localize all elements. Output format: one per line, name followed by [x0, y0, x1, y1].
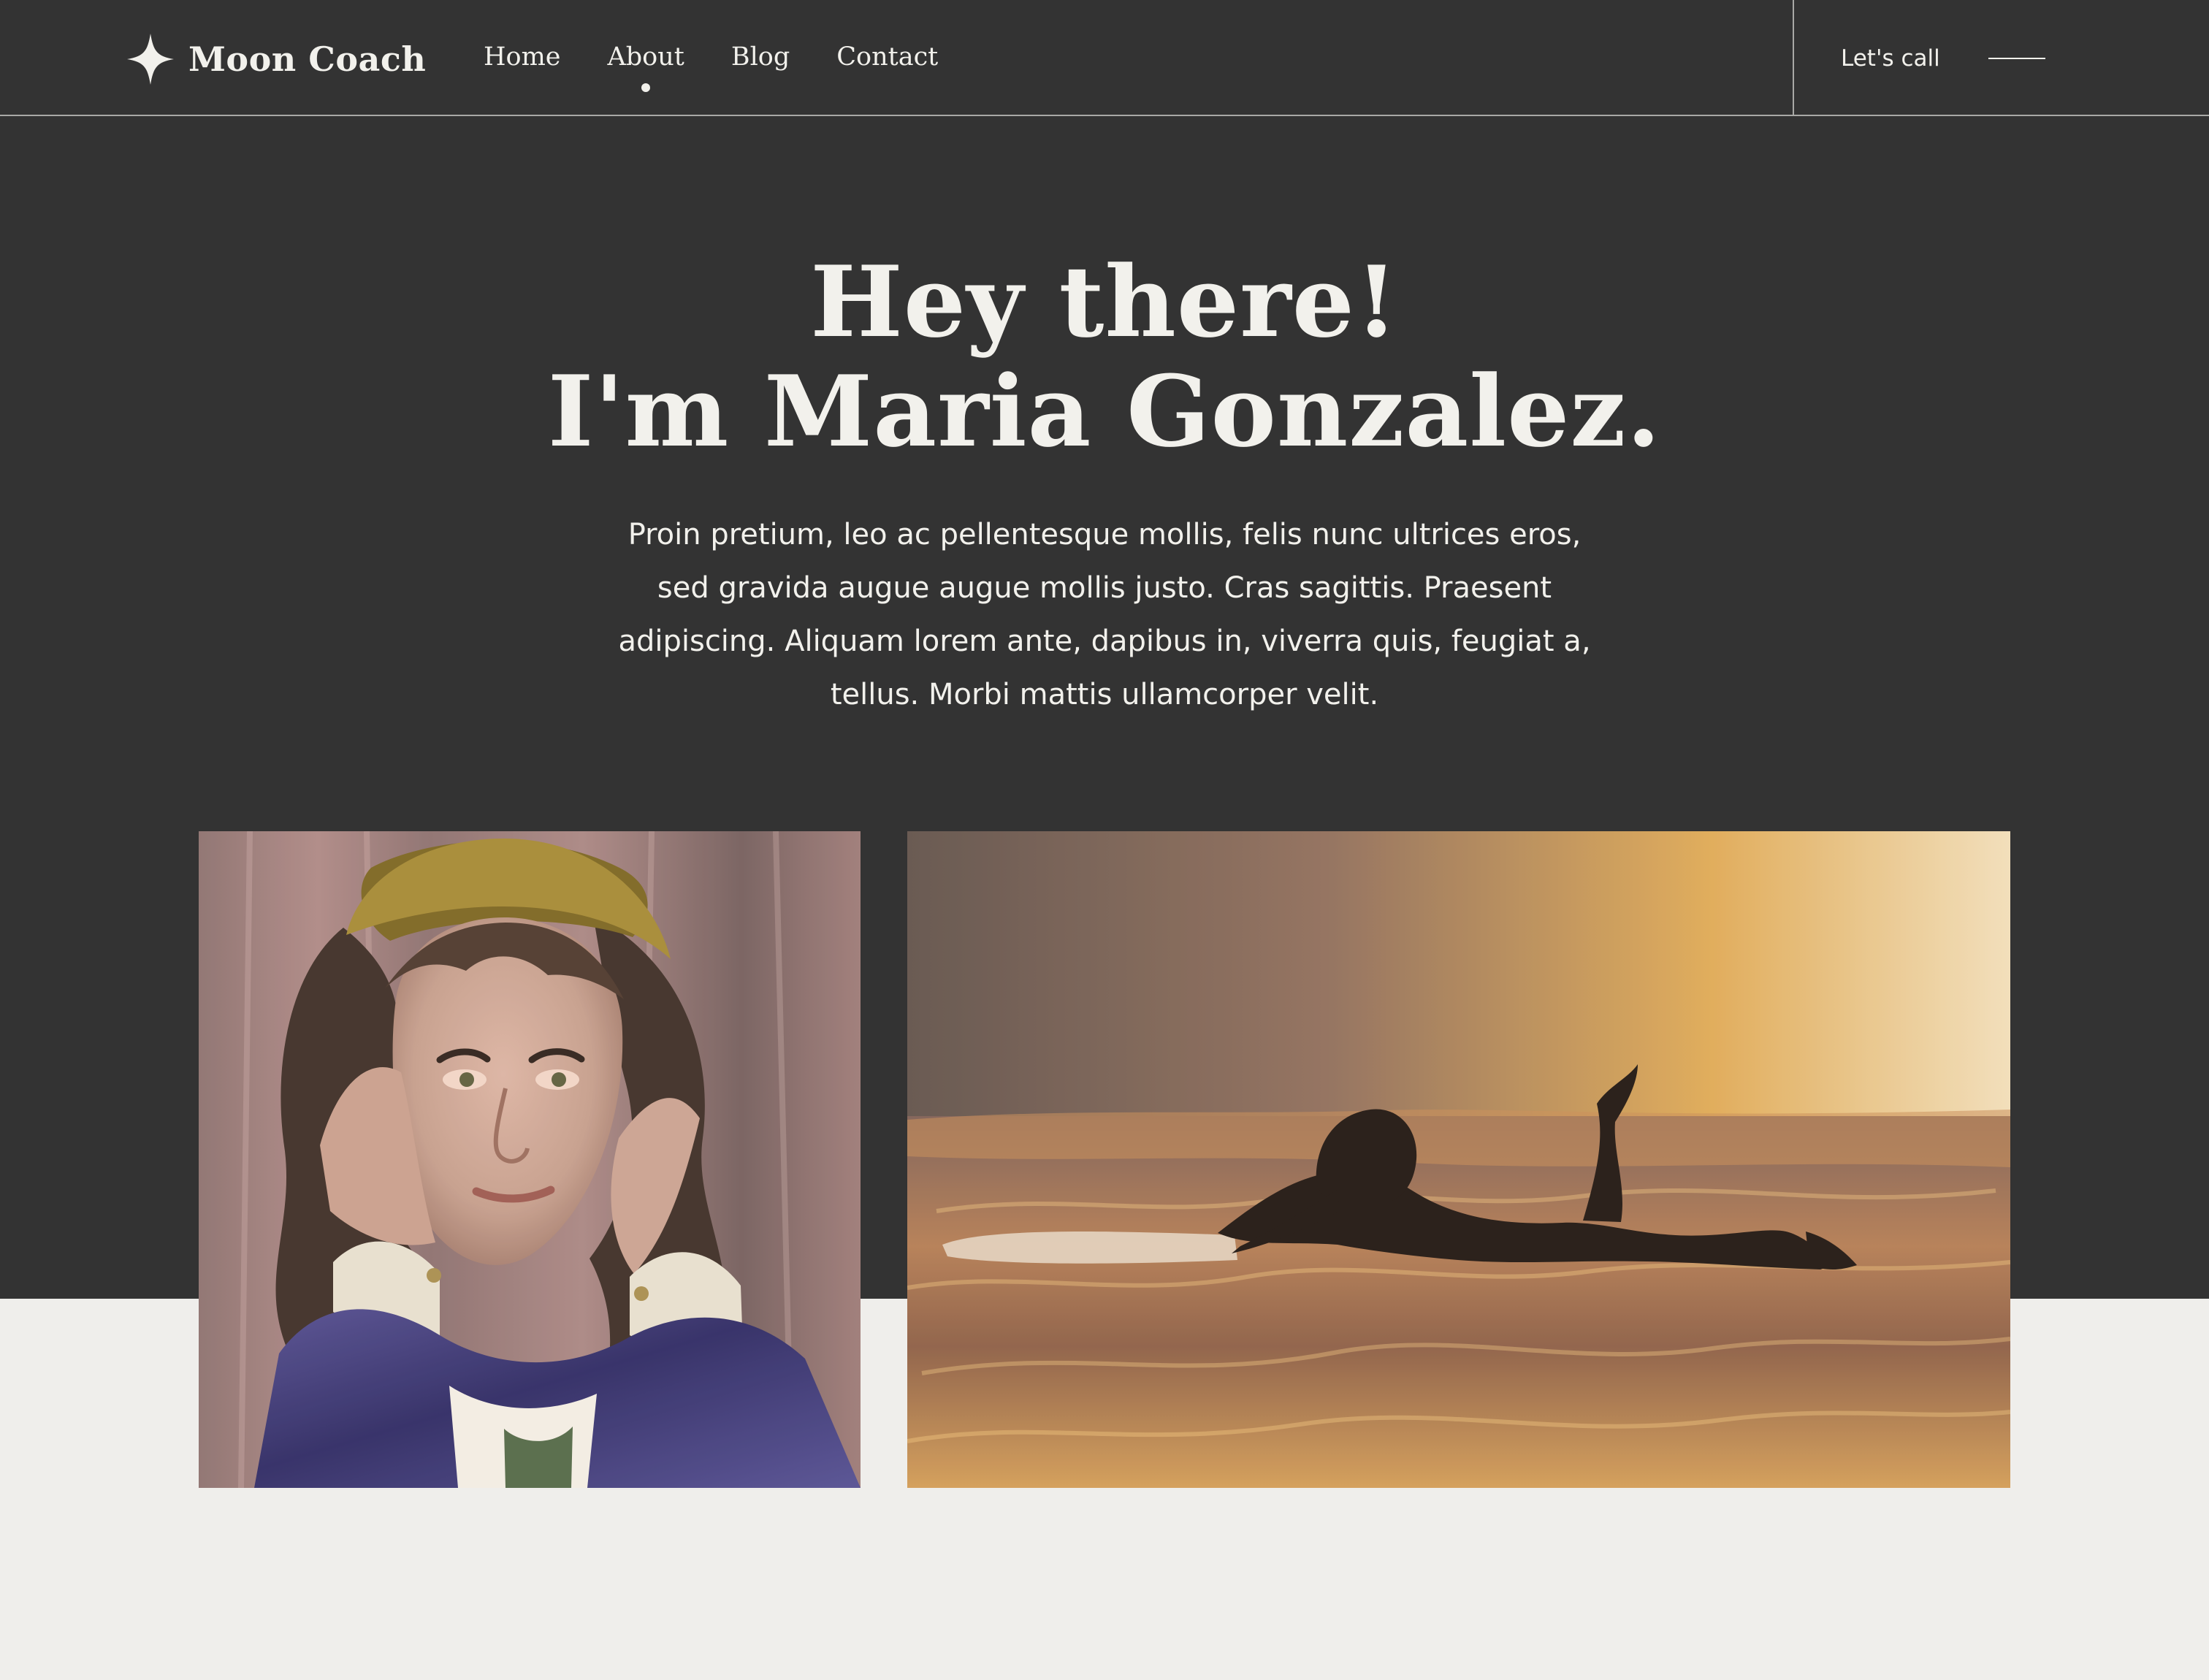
- hero-title-line-2: I'm Maria Gonzalez.: [547, 354, 1662, 469]
- nav-item-about-label: About: [607, 42, 684, 72]
- hero-title-line-1: Hey there!: [810, 244, 1399, 359]
- hero-body-text: Proin pretium, leo ac pellentesque molli…: [618, 518, 1591, 711]
- brand-name: Moon Coach: [188, 39, 427, 79]
- header-divider: [1793, 0, 1794, 116]
- portrait-photo: [199, 831, 861, 1488]
- main-navigation: Home About Blog Contact: [484, 37, 938, 92]
- site-header: Moon Coach Home About Blog Contact Let's…: [0, 0, 2209, 116]
- nav-item-home[interactable]: Home: [484, 37, 561, 77]
- nav-item-blog[interactable]: Blog: [731, 37, 790, 77]
- surf-sunset-photo: [907, 831, 2010, 1488]
- nav-item-contact[interactable]: Contact: [836, 37, 938, 77]
- lets-call-button[interactable]: Let's call: [1841, 38, 2045, 79]
- nav-item-about[interactable]: About: [607, 37, 684, 92]
- active-nav-indicator: [641, 83, 651, 92]
- sparkle-icon: [127, 34, 174, 85]
- hero-title: Hey there! I'm Maria Gonzalez.: [301, 247, 1908, 466]
- line-arrow-icon: [1988, 58, 2045, 59]
- lets-call-label: Let's call: [1841, 45, 1940, 72]
- about-page: Moon Coach Home About Blog Contact Let's…: [0, 0, 2209, 1680]
- brand-logo-link[interactable]: Moon Coach: [127, 34, 426, 85]
